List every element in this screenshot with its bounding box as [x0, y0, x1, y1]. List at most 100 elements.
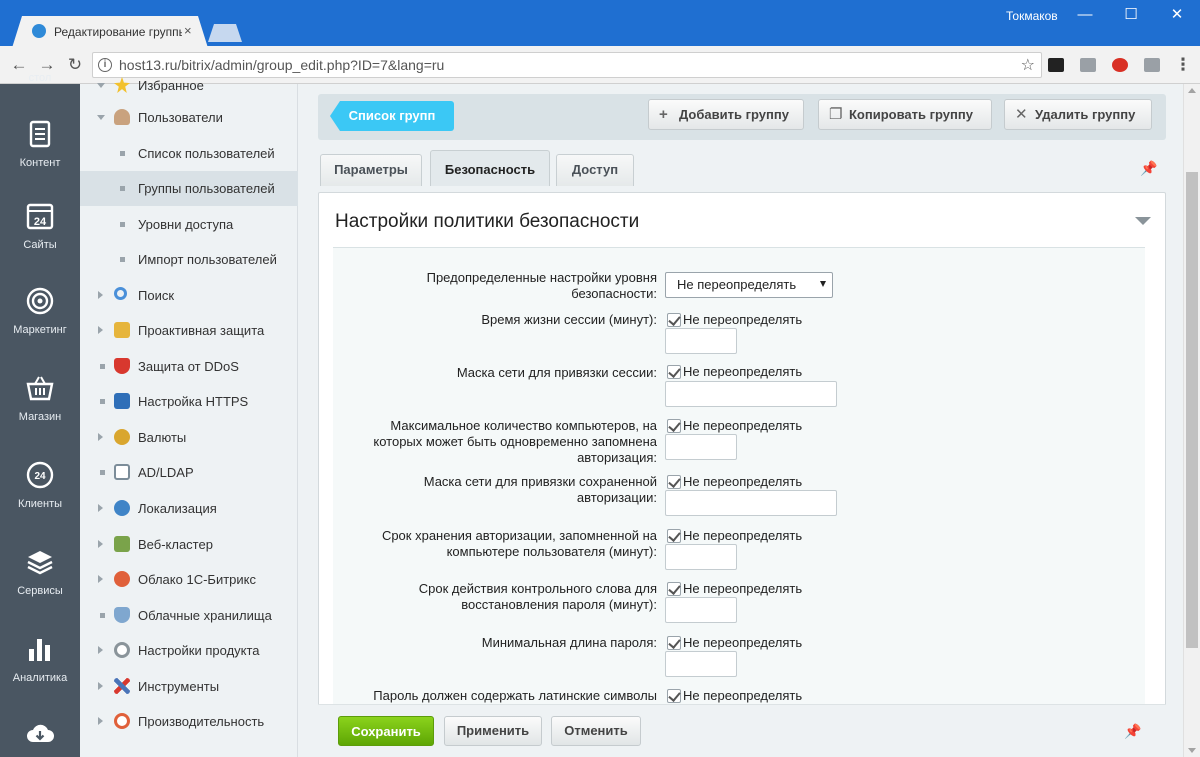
override-checkbox[interactable] [667, 529, 681, 543]
menu-item-localization[interactable]: Локализация [80, 491, 298, 526]
shield-icon [114, 358, 130, 374]
document-icon [29, 120, 51, 148]
tab-security[interactable]: Безопасность [430, 150, 550, 186]
session-lifetime-input[interactable] [665, 328, 737, 354]
apply-button[interactable]: Применить [444, 716, 542, 746]
rail-item-marketplace[interactable] [0, 720, 80, 757]
auth-storage-time-input[interactable] [665, 544, 737, 570]
save-button[interactable]: Сохранить [338, 716, 434, 746]
menu-item-users[interactable]: Пользователи [80, 100, 298, 135]
override-checkbox[interactable] [667, 689, 681, 703]
bullet-icon [100, 364, 105, 369]
stored-auth-netmask-input[interactable] [665, 490, 837, 516]
menu-item-user-groups[interactable]: Группы пользователей [80, 171, 298, 206]
rail-item-analytics[interactable]: Аналитика [0, 635, 80, 684]
menu-item-web-cluster[interactable]: Веб-кластер [80, 527, 298, 562]
tab-close-icon[interactable]: × [184, 23, 192, 38]
browser-menu-icon[interactable]: ⋮ [1172, 54, 1194, 76]
menu-item-currencies[interactable]: Валюты [80, 420, 298, 455]
maximize-icon[interactable]: ☐ [1116, 4, 1146, 26]
cloud-download-icon [27, 724, 54, 742]
checkword-lifetime-input[interactable] [665, 597, 737, 623]
scroll-up-arrow-icon[interactable] [1188, 88, 1196, 93]
menu-item-https[interactable]: Настройка HTTPS [80, 384, 298, 419]
pin-icon[interactable]: 📌 [1140, 160, 1157, 177]
bottom-button-bar: Сохранить Применить Отменить 📌 [318, 704, 1166, 757]
browser-tab[interactable]: Редактирование группы × [12, 16, 208, 48]
new-tab-button[interactable] [208, 24, 242, 42]
storage-icon [114, 607, 130, 623]
reader-extension-icon[interactable] [1080, 58, 1096, 72]
close-window-icon[interactable]: ✕ [1162, 4, 1192, 26]
cast-extension-icon[interactable] [1144, 58, 1160, 72]
svg-text:24: 24 [34, 471, 46, 482]
menu-item-tools[interactable]: Инструменты [80, 669, 298, 704]
rail-item-shop[interactable]: Магазин [0, 374, 80, 423]
scroll-thumb[interactable] [1186, 172, 1198, 648]
override-checkbox[interactable] [667, 582, 681, 596]
menu-item-search[interactable]: Поиск [80, 278, 298, 313]
scroll-down-arrow-icon[interactable] [1188, 748, 1196, 753]
add-group-button[interactable]: + Добавить группу [648, 99, 804, 130]
rail-item-content[interactable]: Контент [0, 120, 80, 169]
menu-item-label: Проактивная защита [138, 323, 265, 338]
delete-group-button[interactable]: ✕ Удалить группу [1004, 99, 1152, 130]
adblock-extension-icon[interactable] [1112, 58, 1128, 72]
override-checkbox[interactable] [667, 475, 681, 489]
menu-item-cloud-storage[interactable]: Облачные хранилища [80, 598, 298, 633]
checkbox-label: Не переопределять [683, 418, 803, 433]
expand-arrow-icon [98, 326, 103, 334]
menu-item-user-list[interactable]: Список пользователей [80, 136, 298, 171]
menu-item-label: Веб-кластер [138, 537, 213, 552]
window-user-name: Токмаков [1006, 9, 1058, 23]
menu-item-label: Валюты [138, 430, 187, 445]
menu-item-label: Настройки продукта [138, 643, 260, 658]
rail-item-marketing[interactable]: Маркетинг [0, 287, 80, 336]
menu-item-bitrix-cloud[interactable]: Облако 1С-Битрикс [80, 562, 298, 597]
security-preset-select[interactable]: Не переопределять [665, 272, 833, 298]
bullet-icon [120, 257, 125, 262]
search-icon [114, 287, 127, 300]
rail-item-services[interactable]: Сервисы [0, 548, 80, 597]
bookmark-star-icon[interactable]: ☆ [1021, 55, 1035, 75]
menu-item-label: Импорт пользователей [138, 252, 277, 267]
field-label: Маска сети для привязки сохраненной авто… [423, 474, 657, 505]
tab-access[interactable]: Доступ [556, 154, 634, 186]
menu-item-favorites[interactable]: Избранное [80, 68, 298, 103]
override-checkbox[interactable] [667, 419, 681, 433]
min-password-length-input[interactable] [665, 651, 737, 677]
admin-icon-rail: стол Контент 24 Сайты Маркетинг Магазин … [0, 72, 80, 757]
menu-item-proactive[interactable]: Проактивная защита [80, 313, 298, 348]
clients-24-icon: 24 [26, 461, 54, 489]
delete-group-label: Удалить группу [1035, 107, 1136, 122]
menu-item-user-import[interactable]: Импорт пользователей [80, 242, 298, 277]
minimize-icon[interactable]: — [1070, 4, 1100, 26]
menu-item-product-settings[interactable]: Настройки продукта [80, 633, 298, 668]
rail-item-clients[interactable]: 24 Клиенты [0, 461, 80, 510]
menu-item-ddos[interactable]: Защита от DDoS [80, 349, 298, 384]
tab-parameters[interactable]: Параметры [320, 154, 422, 186]
max-computers-input[interactable] [665, 434, 737, 460]
page-scrollbar[interactable] [1183, 84, 1200, 757]
copy-group-button[interactable]: ❐ Копировать группу [818, 99, 992, 130]
lock-icon [114, 322, 130, 338]
group-list-button[interactable]: Список групп [330, 101, 454, 131]
override-checkbox[interactable] [667, 313, 681, 327]
menu-item-performance[interactable]: Производительность [80, 704, 298, 739]
cancel-button[interactable]: Отменить [551, 716, 641, 746]
expand-arrow-icon [98, 682, 103, 690]
menu-item-access-levels[interactable]: Уровни доступа [80, 207, 298, 242]
incognito-extension-icon[interactable] [1048, 58, 1064, 72]
field-label: Максимальное количество компьютеров, на … [373, 418, 657, 465]
rail-item-desktop[interactable]: стол [0, 72, 80, 84]
override-checkbox[interactable] [667, 636, 681, 650]
add-group-label: Добавить группу [679, 107, 789, 122]
override-checkbox[interactable] [667, 365, 681, 379]
gear-icon [114, 642, 130, 658]
https-icon [114, 393, 130, 409]
menu-item-ldap[interactable]: AD/LDAP [80, 455, 298, 490]
rail-item-sites[interactable]: 24 Сайты [0, 202, 80, 251]
collapse-arrow-icon[interactable] [1135, 217, 1151, 225]
pin-icon[interactable]: 📌 [1124, 723, 1141, 740]
session-netmask-input[interactable] [665, 381, 837, 407]
